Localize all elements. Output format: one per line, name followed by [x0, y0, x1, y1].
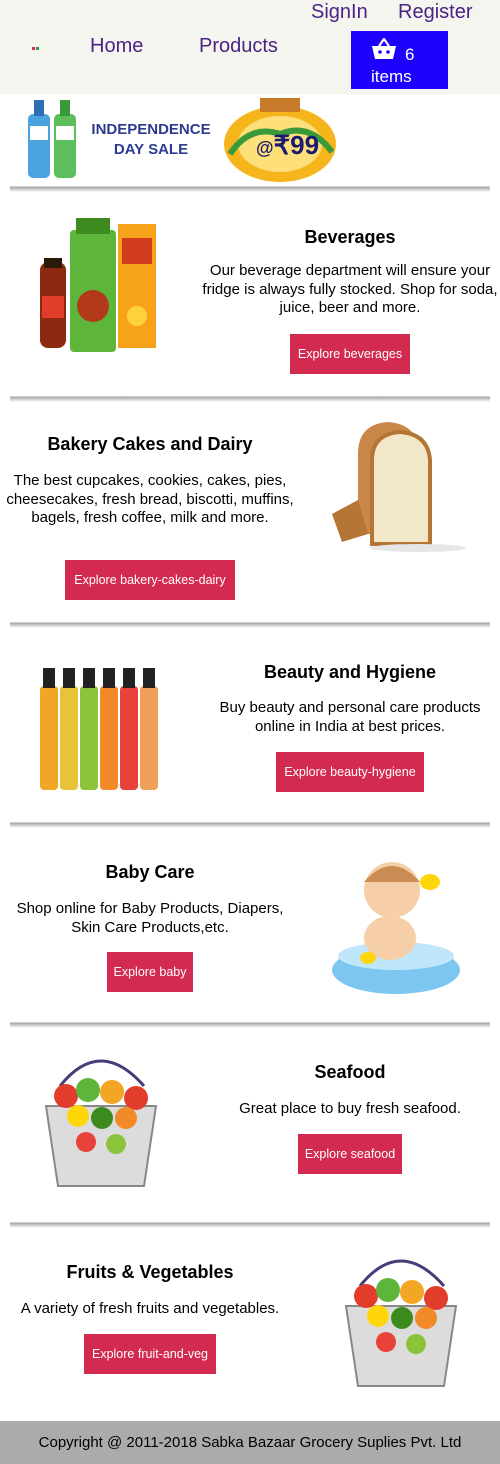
nav-products-link[interactable]: Products — [199, 35, 278, 58]
category-baby: Baby Care Shop online for Baby Products,… — [0, 822, 500, 1022]
category-title: Fruits & Vegetables — [66, 1262, 234, 1282]
banner-price-prefix: @ — [256, 138, 274, 158]
category-beauty-hygiene: Beauty and Hygiene Buy beauty and person… — [0, 622, 500, 822]
category-description: The best cupcakes, cookies, cakes, pies,… — [6, 472, 294, 526]
logo-mark — [32, 47, 35, 50]
bread-image — [332, 422, 466, 552]
cleaner-bottles-image — [28, 100, 76, 178]
section-divider — [10, 1022, 490, 1028]
basket-icon — [372, 37, 396, 59]
category-description: A variety of fresh fruits and vegetables… — [20, 1300, 280, 1317]
section-divider — [10, 1222, 490, 1228]
category-title: Bakery Cakes and Dairy — [47, 434, 253, 454]
section-divider — [10, 822, 490, 828]
explore-beverages-button[interactable]: Explore beverages — [290, 334, 410, 374]
category-title: Beauty and Hygiene — [263, 662, 437, 682]
signin-link[interactable]: SignIn — [311, 1, 368, 24]
category-title: Baby Care — [105, 862, 195, 882]
category-title: Seafood — [314, 1062, 386, 1082]
category-bakery-cakes-dairy: Bakery Cakes and Dairy The best cupcakes… — [0, 396, 500, 622]
explore-baby-button[interactable]: Explore baby — [107, 952, 193, 992]
site-header: Home Products SignIn Register 6 items — [0, 0, 500, 94]
category-description: Shop online for Baby Products, Diapers, … — [16, 900, 284, 936]
banner-title: INDEPENDENCE DAY SALE — [89, 120, 213, 160]
cart-button[interactable]: 6 items — [351, 31, 448, 89]
category-fruit-and-veg: Fruits & Vegetables A variety of fresh f… — [0, 1222, 500, 1421]
category-beverages: Beverages Our beverage department will e… — [0, 184, 500, 396]
section-divider — [10, 396, 490, 402]
nav-home-link[interactable]: Home — [90, 35, 143, 58]
category-title: Beverages — [304, 227, 396, 247]
explore-seafood-button[interactable]: Explore seafood — [298, 1134, 402, 1174]
fruit-basket-image — [344, 1259, 458, 1387]
section-divider — [10, 186, 490, 192]
banner-title-line: DAY SALE — [113, 141, 189, 158]
category-description: Great place to buy fresh seafood. — [239, 1100, 461, 1117]
promo-banner[interactable]: INDEPENDENCE DAY SALE @₹99 — [24, 94, 340, 184]
cart-count: 6 — [405, 45, 415, 64]
site-footer: Copyright @ 2011-2018 Sabka Bazaar Groce… — [0, 1421, 500, 1464]
explore-beauty-hygiene-button[interactable]: Explore beauty-hygiene — [276, 752, 424, 792]
beauty-bottles-image — [40, 668, 158, 790]
banner-price-value: ₹99 — [273, 130, 320, 160]
beverages-image — [40, 218, 156, 352]
banner-title-line: INDEPENDENCE — [91, 121, 211, 138]
section-divider — [10, 622, 490, 628]
category-description: Our beverage department will ensure your… — [202, 262, 498, 316]
vegetable-basket-image — [44, 1059, 158, 1187]
explore-fruit-and-veg-button[interactable]: Explore fruit-and-veg — [84, 1334, 216, 1374]
banner-price: @₹99 — [256, 130, 319, 161]
logo-mark — [36, 47, 39, 50]
register-link[interactable]: Register — [398, 1, 472, 24]
baby-image — [332, 862, 460, 994]
category-description: Buy beauty and personal care products on… — [219, 699, 481, 735]
copyright-text: Copyright @ 2011-2018 Sabka Bazaar Groce… — [38, 1434, 462, 1451]
logo[interactable] — [32, 47, 39, 51]
explore-bakery-cakes-dairy-button[interactable]: Explore bakery-cakes-dairy — [65, 560, 235, 600]
category-seafood: Seafood Great place to buy fresh seafood… — [0, 1022, 500, 1222]
cart-items-label: items — [371, 67, 412, 86]
